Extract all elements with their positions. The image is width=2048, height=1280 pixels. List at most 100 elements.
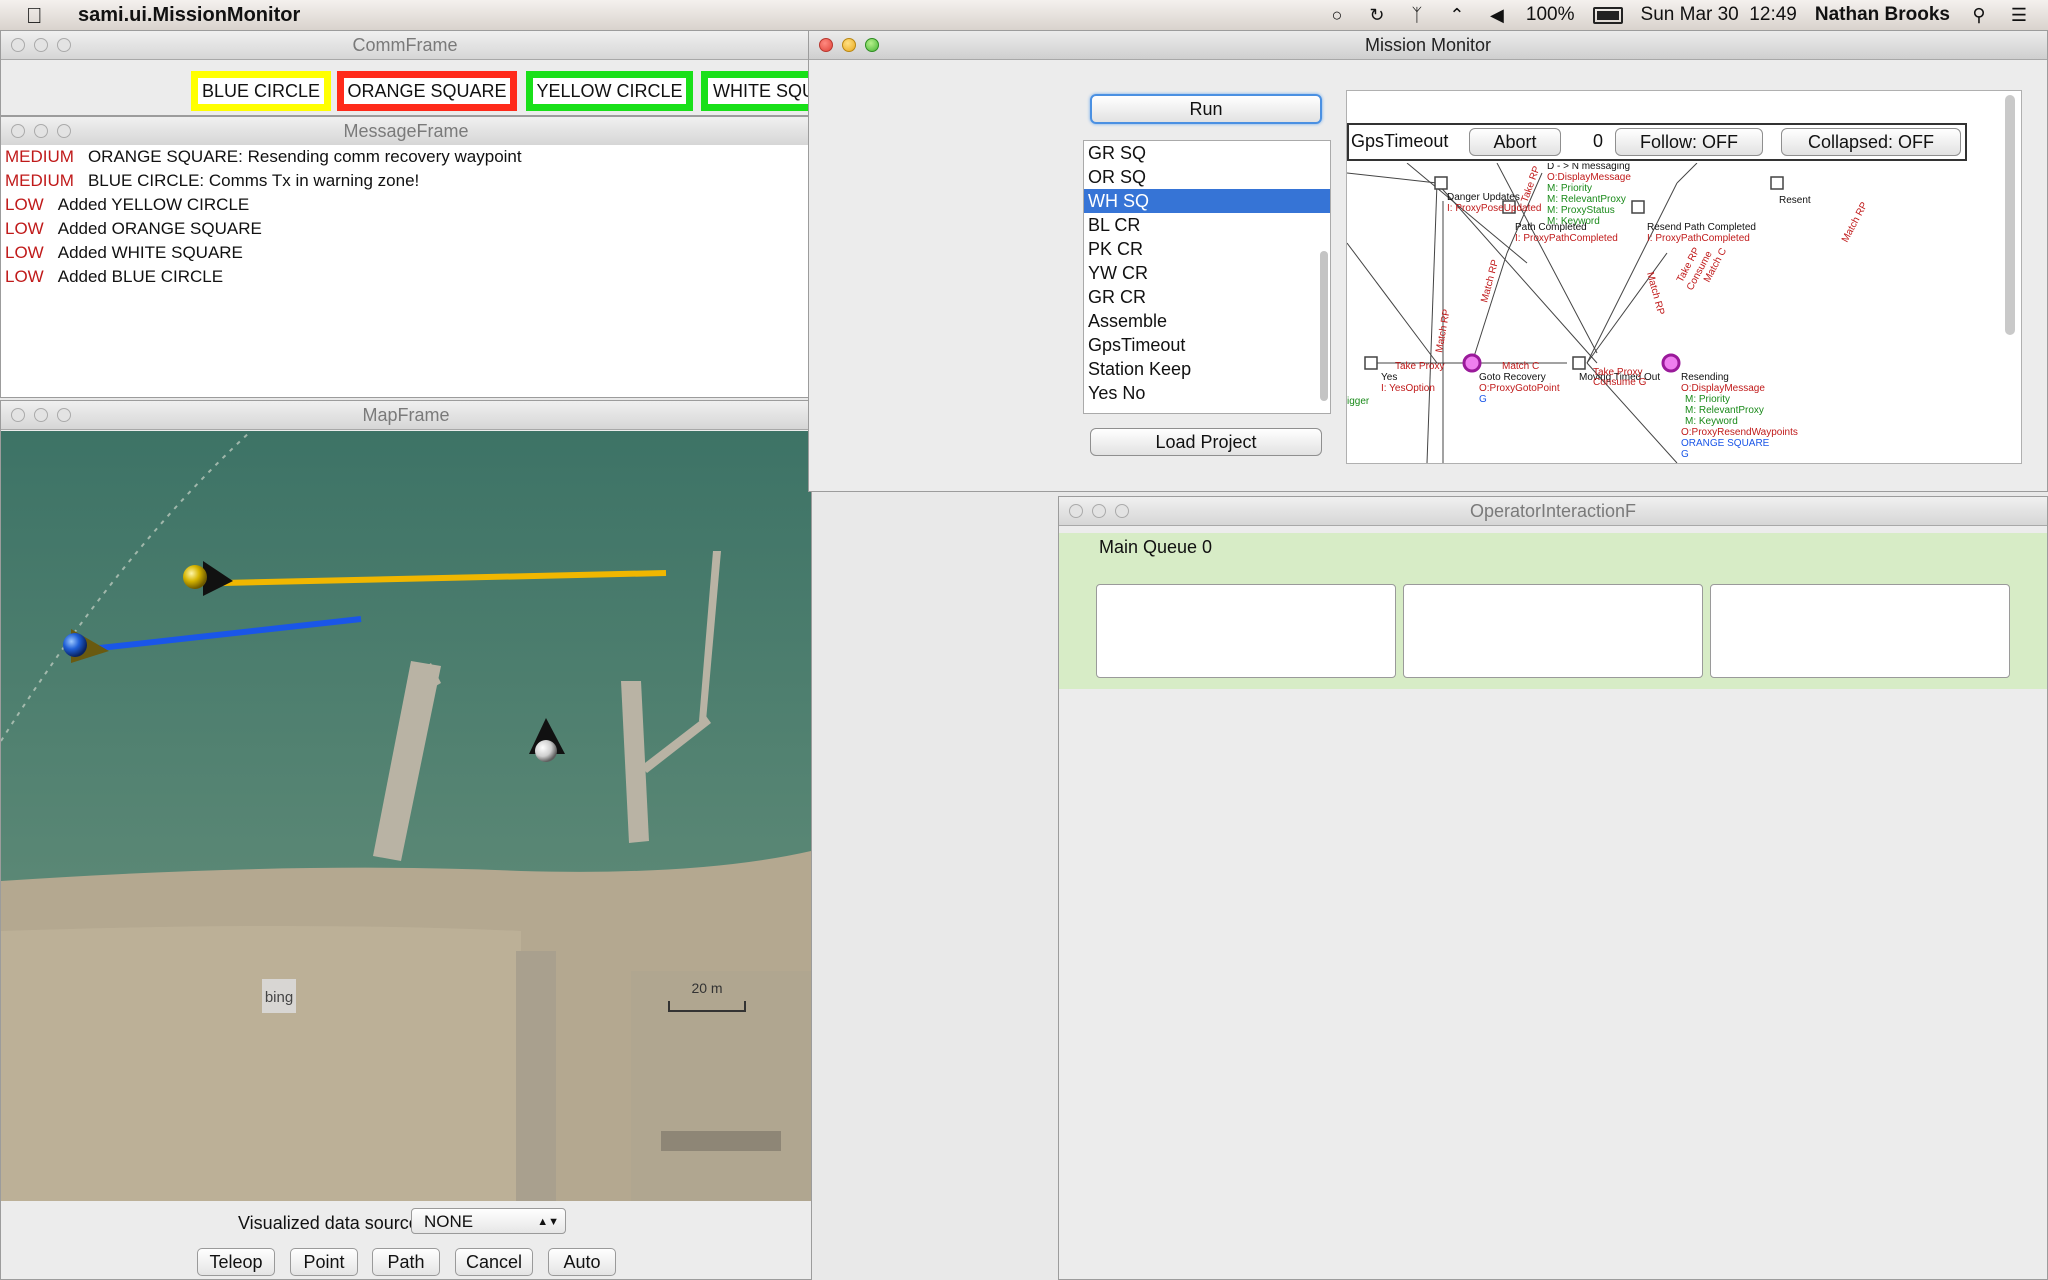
graph-label: ORANGE SQUARE [1681,438,1770,449]
point-button[interactable]: Point [290,1248,358,1276]
close-icon[interactable] [11,124,25,138]
cancel-button[interactable]: Cancel [455,1248,533,1276]
minimize-icon[interactable] [842,38,856,52]
graph-label: Take RP [1519,164,1542,204]
play-item-selected[interactable]: WH SQ [1084,189,1330,213]
graph-scrollbar[interactable] [2005,95,2015,335]
play-item[interactable]: PK CR [1084,237,1330,261]
white-vehicle-icon [535,740,557,762]
zoom-icon[interactable] [1115,504,1129,518]
wifi-icon[interactable]: ⌃ [1446,5,1468,25]
buildings-area [631,971,811,1201]
comm-titlebar[interactable]: CommFrame [1,31,809,60]
map-canvas[interactable]: bing 20 m [1,431,811,1201]
window-controls [11,124,71,138]
play-item[interactable]: Station Keep [1084,357,1330,381]
map-titlebar[interactable]: MapFrame [1,401,811,430]
headphones-icon[interactable]: ○ [1326,5,1348,25]
close-icon[interactable] [819,38,833,52]
message-row[interactable]: LOW Added YELLOW CIRCLE [1,193,811,217]
message-row[interactable]: LOW Added WHITE SQUARE [1,241,811,265]
play-list[interactable]: GR SQ OR SQ WH SQ BL CR PK CR YW CR GR C… [1083,140,1331,414]
graph-label: M: Keyword [1685,416,1738,427]
message-row[interactable]: MEDIUM BLUE CIRCLE: Comms Tx in warning z… [1,169,811,193]
message-level: LOW [5,243,44,262]
apple-icon[interactable]:  [26,3,43,29]
follow-toggle[interactable]: Follow: OFF [1615,128,1763,156]
message-titlebar[interactable]: MessageFrame [1,117,811,146]
graph-label: igger [1347,396,1370,407]
queue-slot[interactable] [1403,584,1703,678]
play-item[interactable]: Assemble [1084,309,1330,333]
satellite-map[interactable]: bing 20 m [1,431,811,1201]
app-name[interactable]: sami.ui.MissionMonitor [78,4,300,27]
message-text: BLUE CIRCLE: Comms Tx in warning zone! [87,171,420,190]
minimize-icon[interactable] [34,124,48,138]
plan-graph-panel[interactable]: GpsTimeout Abort 0 Follow: OFF Collapsed… [1346,90,2022,464]
minimize-icon[interactable] [34,408,48,422]
comm-box-blue-circle[interactable]: BLUE CIRCLE [191,71,331,111]
search-icon[interactable]: ⚲ [1968,5,1990,25]
message-title: MessageFrame [343,121,469,141]
teleop-button[interactable]: Teleop [197,1248,275,1276]
play-item[interactable]: BL CR [1084,213,1330,237]
minimize-icon[interactable] [34,38,48,52]
window-controls [11,38,71,52]
comm-box-yellow-circle[interactable]: YELLOW CIRCLE [526,71,693,111]
graph-label: I: ProxyPathCompleted [1647,233,1750,244]
graph-label: Consume G [1593,377,1647,388]
minimize-icon[interactable] [1092,504,1106,518]
play-item[interactable]: Yes No [1084,381,1330,405]
data-source-select[interactable]: NONE ▲▼ [411,1208,566,1234]
user-name[interactable]: Nathan Brooks [1815,4,1950,26]
message-text: Added WHITE SQUARE [57,243,243,262]
play-item[interactable]: GpsTimeout [1084,333,1330,357]
operator-titlebar[interactable]: OperatorInteractionF [1059,497,2047,526]
message-row[interactable]: LOW Added BLUE CIRCLE [1,265,811,289]
graph-label: Match RP [1434,308,1453,353]
battery-icon[interactable] [1592,6,1623,24]
clock[interactable]: Sun Mar 30 12:49 [1641,4,1797,26]
message-list[interactable]: MEDIUM ORANGE SQUARE: Resending comm reco… [1,145,811,397]
load-project-button[interactable]: Load Project [1090,428,1322,456]
zoom-icon[interactable] [865,38,879,52]
graph-label: M: Priority [1547,183,1592,194]
graph-label: O:DisplayMessage [1547,172,1631,183]
message-level: LOW [5,195,44,214]
message-row[interactable]: MEDIUM ORANGE SQUARE: Resending comm reco… [1,145,811,169]
close-icon[interactable] [1069,504,1083,518]
volume-icon[interactable]: ◀ [1486,5,1508,25]
graph-labels: D - > N messaging O:DisplayMessage M: Pr… [1347,163,1870,460]
stepper-icon: ▲▼ [537,1216,559,1228]
abort-button[interactable]: Abort [1469,128,1561,156]
play-item[interactable]: OR SQ [1084,165,1330,189]
message-frame: MessageFrame MEDIUM ORANGE SQUARE: Resend… [0,116,812,398]
close-icon[interactable] [11,38,25,52]
plan-graph[interactable]: D - > N messaging O:DisplayMessage M: Pr… [1347,163,1947,463]
time-machine-icon[interactable]: ↻ [1366,5,1388,25]
queue-slot[interactable] [1710,584,2010,678]
list-scrollbar[interactable] [1320,251,1328,401]
zoom-icon[interactable] [57,38,71,52]
collapsed-toggle[interactable]: Collapsed: OFF [1781,128,1961,156]
list-icon[interactable]: ☰ [2008,5,2030,25]
play-item[interactable]: YW CR [1084,261,1330,285]
play-item[interactable]: GR CR [1084,285,1330,309]
graph-label: Yes [1381,372,1397,383]
message-text: Added YELLOW CIRCLE [57,195,250,214]
comm-box-orange-square[interactable]: ORANGE SQUARE [337,71,517,111]
play-item[interactable]: GR SQ [1084,141,1330,165]
auto-button[interactable]: Auto [548,1248,616,1276]
close-icon[interactable] [11,408,25,422]
graph-label: O:ProxyResendWaypoints [1681,427,1798,438]
message-level: MEDIUM [5,147,74,166]
mission-titlebar[interactable]: Mission Monitor [809,31,2047,60]
message-row[interactable]: LOW Added ORANGE SQUARE [1,217,811,241]
zoom-icon[interactable] [57,124,71,138]
queue-slot[interactable] [1096,584,1396,678]
battery-percent[interactable]: 100% [1526,4,1575,26]
run-button[interactable]: Run [1090,94,1322,124]
path-button[interactable]: Path [372,1248,440,1276]
zoom-icon[interactable] [57,408,71,422]
bluetooth-icon[interactable]: ᛉ [1406,5,1428,25]
